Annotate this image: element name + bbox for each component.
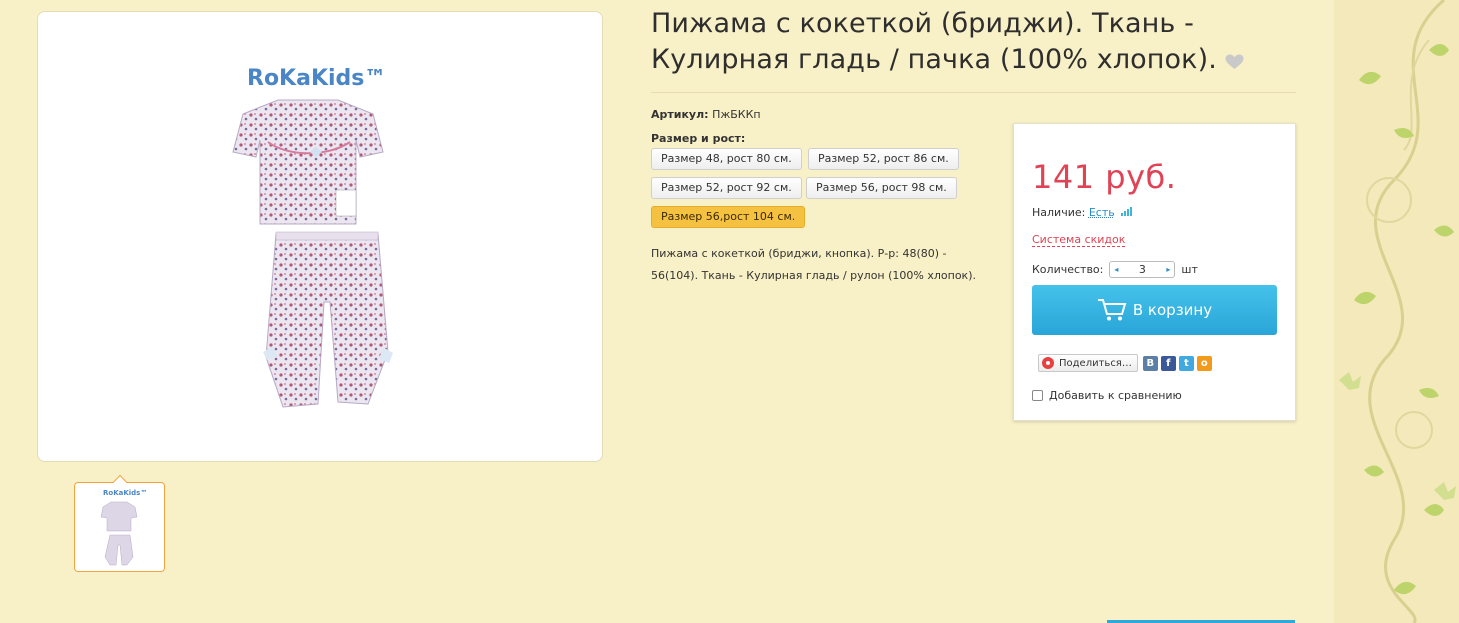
quantity-label: Количество:: [1032, 263, 1104, 276]
add-to-cart-button[interactable]: В корзину: [1032, 285, 1277, 335]
compare-row[interactable]: Добавить к сравнению: [1032, 389, 1182, 402]
discount-system-link[interactable]: Система скидок: [1032, 233, 1126, 247]
quantity-stepper[interactable]: ◂ 3 ▸: [1109, 261, 1176, 278]
quantity-increase-icon[interactable]: ▸: [1162, 265, 1174, 274]
vkontakte-icon[interactable]: В: [1142, 355, 1158, 371]
main-product-image[interactable]: RoKaKids™: [37, 11, 603, 462]
odnoklassniki-icon[interactable]: o: [1196, 355, 1212, 371]
compare-checkbox[interactable]: [1032, 390, 1043, 401]
quantity-unit: шт: [1181, 263, 1198, 276]
quantity-decrease-icon[interactable]: ◂: [1110, 265, 1122, 274]
article-label: Артикул:: [651, 108, 709, 121]
title-divider: [651, 92, 1296, 93]
size-label: Размер и рост:: [651, 132, 746, 145]
share-row: Поделиться… В f t o: [1038, 354, 1215, 372]
add-to-cart-label: В корзину: [1132, 301, 1213, 319]
floral-border-decoration: [1334, 0, 1459, 623]
size-option-52-86[interactable]: Размер 52, рост 86 см.: [808, 148, 959, 170]
quantity-input[interactable]: 3: [1122, 263, 1162, 276]
twitter-icon[interactable]: t: [1178, 355, 1194, 371]
favorite-heart-icon[interactable]: [1225, 44, 1244, 80]
share-button[interactable]: Поделиться…: [1038, 354, 1138, 372]
thumb-brand-logo: RoKaKids™: [103, 489, 147, 497]
cart-icon: [1097, 299, 1127, 321]
share-icon: [1042, 357, 1054, 369]
thumbnail-image[interactable]: RoKaKids™: [74, 482, 165, 572]
size-option-48-80[interactable]: Размер 48, рост 80 см.: [651, 148, 802, 170]
size-option-52-92[interactable]: Размер 52, рост 92 см.: [651, 177, 802, 199]
availability: Наличие: Есть: [1032, 206, 1135, 219]
buy-box: 141 руб. Наличие: Есть Система скидок Ко…: [1013, 123, 1296, 421]
facebook-icon[interactable]: f: [1160, 355, 1176, 371]
brand-logo: RoKaKids™: [247, 66, 386, 91]
stock-level-icon: [1121, 206, 1135, 219]
article-value: ПжБККп: [712, 108, 761, 121]
quantity-row: Количество: ◂ 3 ▸ шт: [1032, 261, 1198, 278]
availability-value[interactable]: Есть: [1089, 206, 1115, 219]
article-row: Артикул: ПжБККп: [651, 108, 761, 121]
size-option-56-104-selected[interactable]: Размер 56,рост 104 см.: [651, 206, 806, 228]
availability-label: Наличие:: [1032, 206, 1086, 219]
product-description: Пижама с кокеткой (бриджи, кнопка). Р-р:…: [651, 247, 976, 282]
share-label: Поделиться…: [1059, 357, 1132, 369]
price: 141 руб.: [1032, 158, 1177, 196]
product-title: Пижама с кокеткой (бриджи). Ткань - Кули…: [651, 6, 1271, 80]
product-title-text: Пижама с кокеткой (бриджи). Ткань - Кули…: [651, 8, 1217, 75]
size-option-56-98[interactable]: Размер 56, рост 98 см.: [806, 177, 957, 199]
thumbnail-pajama-illustration: RoKaKids™: [100, 489, 147, 566]
compare-label: Добавить к сравнению: [1049, 389, 1182, 402]
pajama-photo-illustration: RoKaKids™: [232, 66, 393, 408]
